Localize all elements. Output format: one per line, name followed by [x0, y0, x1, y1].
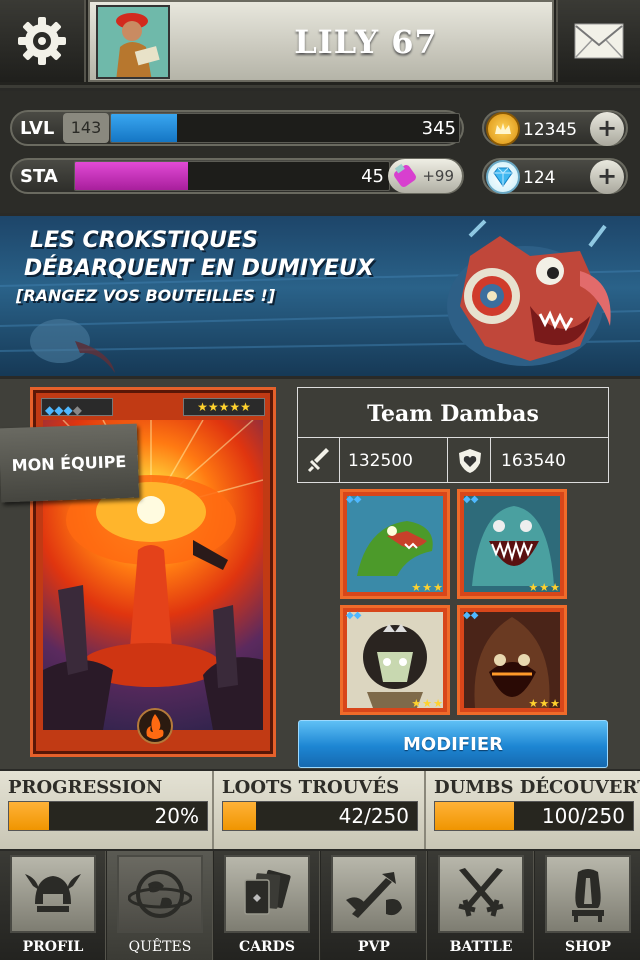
- nav-label: PROFIL: [22, 939, 84, 955]
- loots-label: LOOTS TROUVÉS: [222, 777, 400, 798]
- bottom-nav: PROFIL QUÊTES CARDS PVP BATTLE SHOP: [0, 851, 640, 960]
- member-stars: ★★★: [528, 581, 561, 594]
- settings-button[interactable]: [0, 0, 86, 82]
- member-stars: ★★★: [411, 697, 444, 710]
- potion-icon: [394, 163, 416, 187]
- dumbs-bar: 100/250: [434, 801, 634, 831]
- team-member-card[interactable]: ◆◆ ★★★: [340, 605, 450, 715]
- diamond-icon: [486, 160, 520, 194]
- add-gold-button[interactable]: +: [590, 112, 624, 146]
- team-info: Team Dambas 132500 163540: [297, 387, 609, 483]
- nav-cards[interactable]: CARDS: [214, 851, 320, 960]
- attack-stat: 132500: [298, 438, 448, 483]
- progression-box: PROGRESSION 20%: [0, 771, 214, 849]
- member-gem-icon: ◆◆: [463, 494, 479, 505]
- member-artwork: [347, 612, 443, 708]
- level-value: 143: [63, 113, 109, 143]
- dumbs-box: DUMBS DÉCOUVERTS 100/250: [426, 771, 640, 849]
- nav-label: PVP: [358, 939, 390, 955]
- member-artwork: [347, 496, 443, 592]
- gold-coin-icon: [486, 112, 520, 146]
- dumbs-value: 100/250: [541, 804, 625, 828]
- potion-button[interactable]: +99: [388, 159, 462, 193]
- nav-quetes[interactable]: QUÊTES: [107, 851, 213, 960]
- sword-icon: [298, 438, 340, 483]
- progress-strip: PROGRESSION 20% LOOTS TROUVÉS 42/250 DUM…: [0, 771, 640, 849]
- xp-value: 345: [421, 118, 456, 139]
- dumbs-label: DUMBS DÉCOUVERTS: [434, 777, 640, 798]
- member-artwork: [464, 612, 560, 708]
- nav-label: CARDS: [239, 939, 295, 955]
- member-stars: ★★★: [528, 697, 561, 710]
- member-artwork: [464, 496, 560, 592]
- banner-subtitle: [RANGEZ VOS BOUTEILLES !]: [16, 286, 276, 305]
- stamina-label: STA: [20, 166, 58, 187]
- profile-bar[interactable]: LILY 67: [88, 0, 554, 82]
- defense-value: 163540: [501, 450, 566, 471]
- pvp-icon: [331, 855, 417, 933]
- loots-value: 42/250: [338, 804, 409, 828]
- team-name: Team Dambas: [298, 388, 608, 438]
- potion-bonus: +99: [422, 167, 454, 185]
- nav-pvp[interactable]: PVP: [321, 851, 427, 960]
- team-member-card[interactable]: ◆◆ ★★★: [457, 605, 567, 715]
- progression-label: PROGRESSION: [8, 777, 163, 798]
- loots-box: LOOTS TROUVÉS 42/250: [214, 771, 426, 849]
- level-label: LVL: [20, 118, 55, 139]
- team-member-card[interactable]: ◆◆ ★★★: [340, 489, 450, 599]
- helmet-icon: [10, 855, 96, 933]
- progression-bar-fill: [9, 802, 49, 830]
- modify-team-button[interactable]: MODIFIER: [298, 720, 608, 768]
- stamina-bar-fill: [75, 162, 189, 190]
- progression-value: 20%: [154, 804, 199, 828]
- defense-stat: 163540: [449, 438, 608, 483]
- nav-label: BATTLE: [449, 939, 513, 955]
- crossed-swords-icon: [438, 855, 524, 933]
- nav-label: SHOP: [564, 939, 612, 955]
- dumbs-bar-fill: [435, 802, 515, 830]
- member-gem-icon: ◆◆: [463, 610, 479, 621]
- my-team-label: MON ÉQUIPE: [0, 423, 140, 503]
- nav-label: QUÊTES: [128, 939, 192, 955]
- top-header: LILY 67: [0, 0, 640, 88]
- team-section: ◆◆◆◆ ★★★★★ MON ÉQUIPE Team Dambas 132500…: [0, 379, 640, 769]
- card-stars: ★★★★★: [183, 398, 265, 416]
- fire-element-icon: [137, 708, 173, 744]
- banner-title-line1: LES CROKSTIQUES: [30, 228, 258, 253]
- nav-shop[interactable]: SHOP: [535, 851, 640, 960]
- gems-amount: 124: [523, 168, 556, 188]
- mail-button[interactable]: [556, 0, 640, 82]
- avatar-image: [98, 7, 168, 77]
- player-name: LILY 67: [294, 23, 438, 61]
- progression-bar: 20%: [8, 801, 208, 831]
- member-gem-icon: ◆◆: [346, 494, 362, 505]
- loots-bar-fill: [223, 802, 256, 830]
- gear-icon: [18, 17, 66, 65]
- stats-panel: LVL 143 345 STA 45 +99 12345 + 124 +: [0, 91, 640, 213]
- cards-icon: [224, 855, 310, 933]
- banner-title-line2: DÉBARQUENT EN DUMIYEUX: [24, 256, 374, 281]
- stamina-value: 45: [361, 166, 384, 187]
- shop-icon: [545, 855, 631, 933]
- nav-profil[interactable]: PROFIL: [0, 851, 106, 960]
- nav-battle[interactable]: BATTLE: [428, 851, 534, 960]
- envelope-icon: [574, 23, 624, 59]
- globe-icon: [117, 855, 203, 933]
- gold-amount: 12345: [523, 120, 578, 140]
- card-gems: ◆◆◆◆: [41, 398, 113, 417]
- loots-bar: 42/250: [222, 801, 418, 831]
- event-banner[interactable]: LES CROKSTIQUES DÉBARQUENT EN DUMIYEUX […: [0, 216, 640, 376]
- member-stars: ★★★: [411, 581, 444, 594]
- avatar[interactable]: [96, 5, 170, 79]
- member-gem-icon: ◆◆: [346, 610, 362, 621]
- team-member-card[interactable]: ◆◆ ★★★: [457, 489, 567, 599]
- xp-bar-fill: [111, 114, 178, 142]
- attack-value: 132500: [348, 450, 413, 471]
- add-gems-button[interactable]: +: [590, 160, 624, 194]
- heart-shield-icon: [449, 438, 491, 483]
